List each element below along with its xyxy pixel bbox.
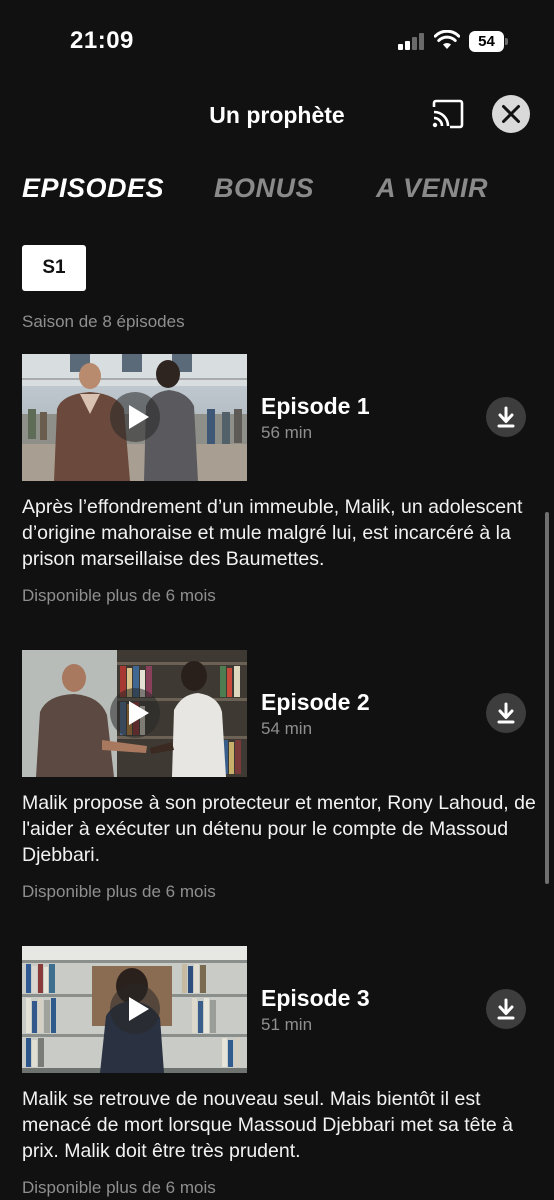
season-selector[interactable]: S1: [22, 245, 86, 291]
episode-thumbnail[interactable]: [22, 354, 247, 481]
download-button[interactable]: [486, 989, 526, 1029]
episode-title[interactable]: Episode 2: [261, 689, 370, 716]
episode-availability: Disponible plus de 6 mois: [22, 1178, 216, 1197]
battery-icon: 54: [469, 31, 509, 52]
page-title: Un prophète: [209, 102, 345, 128]
download-icon: [497, 702, 515, 724]
download-icon: [497, 406, 515, 428]
episode-thumbnail[interactable]: [22, 946, 247, 1073]
tab-bonus[interactable]: BONUS: [214, 170, 314, 206]
episode-availability: Disponible plus de 6 mois: [22, 586, 216, 605]
episode-thumbnail[interactable]: [22, 650, 247, 777]
episode-duration: 51 min: [261, 1015, 313, 1034]
episode-title[interactable]: Episode 1: [261, 393, 370, 420]
episode-description: Après l’effondrement d’un immeuble, Mali…: [22, 496, 523, 570]
episode-description: Malik propose à son protecteur et mentor…: [22, 792, 536, 866]
play-icon[interactable]: [110, 984, 160, 1034]
episode-duration: 54 min: [261, 719, 313, 738]
status-time: 21:09: [70, 27, 134, 54]
season-info: Saison de 8 épisodes: [22, 312, 185, 331]
play-icon[interactable]: [110, 688, 160, 738]
wifi-icon: [434, 30, 460, 49]
close-icon: [502, 105, 520, 123]
download-button[interactable]: [486, 397, 526, 437]
status-bar: 21:09 54: [0, 0, 554, 84]
tab-episodes[interactable]: EPISODES: [22, 170, 164, 206]
cast-icon[interactable]: [430, 98, 466, 130]
episode-description: Malik se retrouve de nouveau seul. Mais …: [22, 1088, 513, 1162]
play-icon[interactable]: [110, 392, 160, 442]
close-button[interactable]: [492, 95, 530, 133]
cellular-signal-icon: [398, 32, 426, 50]
scrollbar[interactable]: [545, 512, 549, 884]
tab-a-venir[interactable]: A VENIR: [376, 170, 488, 206]
battery-level: 54: [469, 31, 504, 52]
episode-availability: Disponible plus de 6 mois: [22, 882, 216, 901]
download-icon: [497, 998, 515, 1020]
download-button[interactable]: [486, 693, 526, 733]
episode-title[interactable]: Episode 3: [261, 985, 370, 1012]
episode-duration: 56 min: [261, 423, 313, 442]
